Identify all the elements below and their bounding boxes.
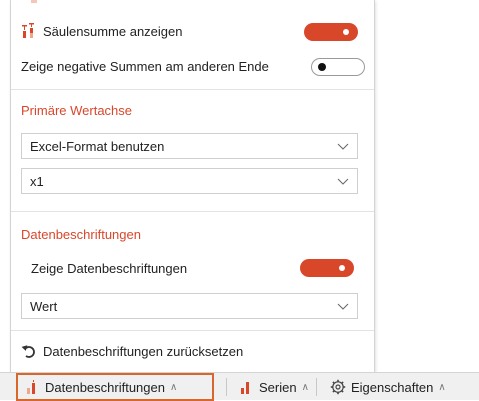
negative-sums-toggle[interactable] [311,58,365,76]
axis-scale-value: x1 [30,173,44,189]
column-sum-toggle[interactable] [304,23,358,41]
axis-format-dropdown[interactable]: Excel-Format benutzen [21,133,358,159]
series-chart-icon [240,380,254,394]
chevron-down-icon [337,303,349,310]
data-labels-title: Datenbeschriftungen [21,227,141,242]
panel-top-accent [11,0,374,3]
divider [11,89,374,90]
bottom-tab-bar: Datenbeschriftungen ∧ Serien ∧ Eigenscha… [0,372,479,401]
primary-axis-title: Primäre Wertachse [21,103,133,118]
negative-sums-label: Zeige negative Summen am anderen Ende [21,58,269,74]
show-data-labels-label: Zeige Datenbeschriftungen [31,260,188,276]
label-content-dropdown[interactable]: Wert [21,293,358,319]
tab-separator [316,378,317,396]
tab-series-label: Serien [259,379,297,395]
tab-properties-label: Eigenschaften [351,379,434,395]
label-content-value: Wert [30,298,58,314]
tab-properties[interactable]: Eigenschaften ∧ [322,373,454,401]
toggle-knob [343,29,349,35]
column-sum-icon [21,23,37,39]
data-labels-chart-icon [26,380,40,394]
divider [11,330,374,331]
toggle-knob [318,63,326,71]
show-data-labels-toggle[interactable] [300,259,354,277]
axis-format-value: Excel-Format benutzen [30,138,165,154]
tab-data-labels[interactable]: Datenbeschriftungen ∧ [16,373,214,401]
chevron-up-icon: ∧ [438,381,446,393]
data-labels-panel: Säulensumme anzeigen Zeige negative Summ… [10,0,375,372]
column-sum-label: Säulensumme anzeigen [43,23,183,39]
tab-series[interactable]: Serien ∧ [232,373,317,401]
undo-icon [21,343,37,359]
divider [11,211,374,212]
chevron-up-icon: ∧ [169,381,178,393]
axis-scale-dropdown[interactable]: x1 [21,168,358,194]
chevron-down-icon [337,178,349,185]
gear-icon [330,379,346,395]
toggle-knob [339,265,345,271]
reset-data-labels-label: Datenbeschriftungen zurücksetzen [43,343,244,359]
chevron-up-icon: ∧ [301,381,309,393]
tab-data-labels-label: Datenbeschriftungen [45,379,165,395]
chevron-down-icon [337,143,349,150]
reset-data-labels-button[interactable]: Datenbeschriftungen zurücksetzen [21,340,364,362]
tab-separator [226,378,227,396]
